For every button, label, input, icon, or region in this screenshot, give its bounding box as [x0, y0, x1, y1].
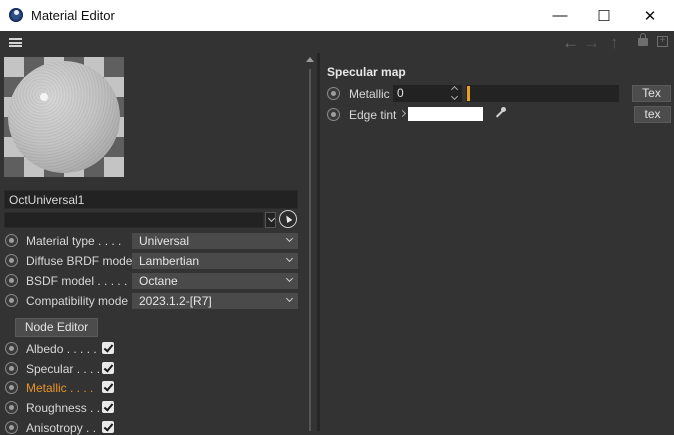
window-title: Material Editor — [31, 8, 115, 23]
anim-radio-compatibility[interactable] — [5, 294, 18, 307]
anim-radio-edge-tint[interactable] — [327, 108, 340, 121]
metallic-stepper[interactable] — [450, 85, 460, 101]
bsdf-model-value: Octane — [139, 274, 178, 288]
eyedropper-icon[interactable] — [492, 106, 508, 122]
chevron-down-icon — [267, 214, 275, 223]
diffuse-brdf-value: Lambertian — [139, 254, 200, 268]
edge-tint-tex-button[interactable]: tex — [634, 106, 671, 123]
material-type-value: Universal — [139, 234, 190, 248]
channel-albedo-label: Albedo . . . . . — [26, 342, 97, 356]
diffuse-brdf-select[interactable]: Lambertian — [132, 253, 298, 269]
lock-icon[interactable] — [638, 33, 648, 46]
metallic-param-label: Metallic — [349, 87, 390, 101]
material-preview[interactable] — [4, 57, 124, 177]
chevron-down-icon — [285, 294, 294, 303]
compatibility-mode-label: Compatibility mode — [26, 294, 129, 308]
metallic-slider[interactable] — [466, 85, 619, 102]
material-type-label: Material type . . . . — [26, 234, 122, 248]
anim-radio-material-type[interactable] — [5, 234, 18, 247]
menu-icon[interactable] — [9, 38, 22, 47]
edge-tint-color-swatch[interactable] — [408, 107, 483, 121]
anim-radio-diffuse-brdf[interactable] — [5, 254, 18, 267]
chevron-down-icon — [285, 234, 294, 243]
material-name-field[interactable]: OctUniversal1 — [4, 190, 298, 209]
anim-radio-anisotropy[interactable] — [5, 421, 18, 434]
channel-anisotropy-label: Anisotropy . . — [26, 421, 97, 435]
preview-highlight — [40, 93, 48, 101]
forward-arrow-icon[interactable]: → — [583, 33, 600, 53]
channel-albedo-checkbox[interactable] — [102, 342, 114, 354]
diffuse-brdf-label: Diffuse BRDF model — [26, 254, 136, 268]
compatibility-mode-value: 2023.1.2-[R7] — [139, 294, 212, 308]
close-button[interactable]: ✕ — [628, 0, 672, 31]
metallic-tex-button[interactable]: Tex — [632, 85, 671, 102]
material-type-select[interactable]: Universal — [132, 233, 298, 249]
pick-object-icon[interactable] — [279, 210, 297, 228]
anim-radio-bsdf-model[interactable] — [5, 274, 18, 287]
slider-handle[interactable] — [467, 86, 470, 101]
node-editor-button[interactable]: Node Editor — [15, 318, 98, 337]
anim-radio-specular[interactable] — [5, 362, 18, 375]
bsdf-model-select[interactable]: Octane — [132, 273, 298, 289]
anim-radio-metallic-param[interactable] — [327, 87, 340, 100]
chevron-down-icon — [285, 274, 294, 283]
bsdf-model-label: BSDF model . . . . . — [26, 274, 128, 288]
channel-metallic-checkbox[interactable] — [102, 381, 114, 393]
up-arrow-icon[interactable]: ↑ — [610, 33, 619, 53]
anim-radio-roughness[interactable] — [5, 401, 18, 414]
anim-radio-metallic[interactable] — [5, 381, 18, 394]
maximize-button[interactable]: ☐ — [582, 0, 626, 31]
section-title-specular-map: Specular map — [327, 65, 406, 79]
preview-sphere — [8, 61, 120, 173]
new-window-icon[interactable]: + — [657, 36, 668, 47]
channel-roughness-label: Roughness . . — [26, 401, 101, 415]
channel-specular-label: Specular . . . . — [26, 362, 101, 376]
channel-anisotropy-checkbox[interactable] — [102, 421, 114, 433]
title-bar: Material Editor — ☐ ✕ — [0, 0, 674, 31]
left-panel-scrollbar[interactable] — [304, 55, 316, 431]
chevron-down-icon — [285, 254, 294, 263]
scroll-thumb[interactable] — [309, 69, 311, 431]
material-sub-field[interactable] — [4, 212, 264, 228]
anim-radio-albedo[interactable] — [5, 342, 18, 355]
back-arrow-icon[interactable]: ← — [562, 33, 579, 53]
app-icon — [9, 8, 23, 22]
stepper-down-icon[interactable] — [450, 92, 459, 101]
compatibility-mode-select[interactable]: 2023.1.2-[R7] — [132, 293, 298, 309]
channel-specular-checkbox[interactable] — [102, 362, 114, 374]
scroll-up-arrow-icon[interactable] — [306, 57, 314, 62]
minimize-button[interactable]: — — [538, 0, 582, 31]
subfield-dropdown-button[interactable] — [265, 212, 276, 228]
channel-roughness-checkbox[interactable] — [102, 401, 114, 413]
channel-metallic-label[interactable]: Metallic . . . . — [26, 381, 93, 395]
edge-tint-label: Edge tint — [349, 108, 397, 122]
